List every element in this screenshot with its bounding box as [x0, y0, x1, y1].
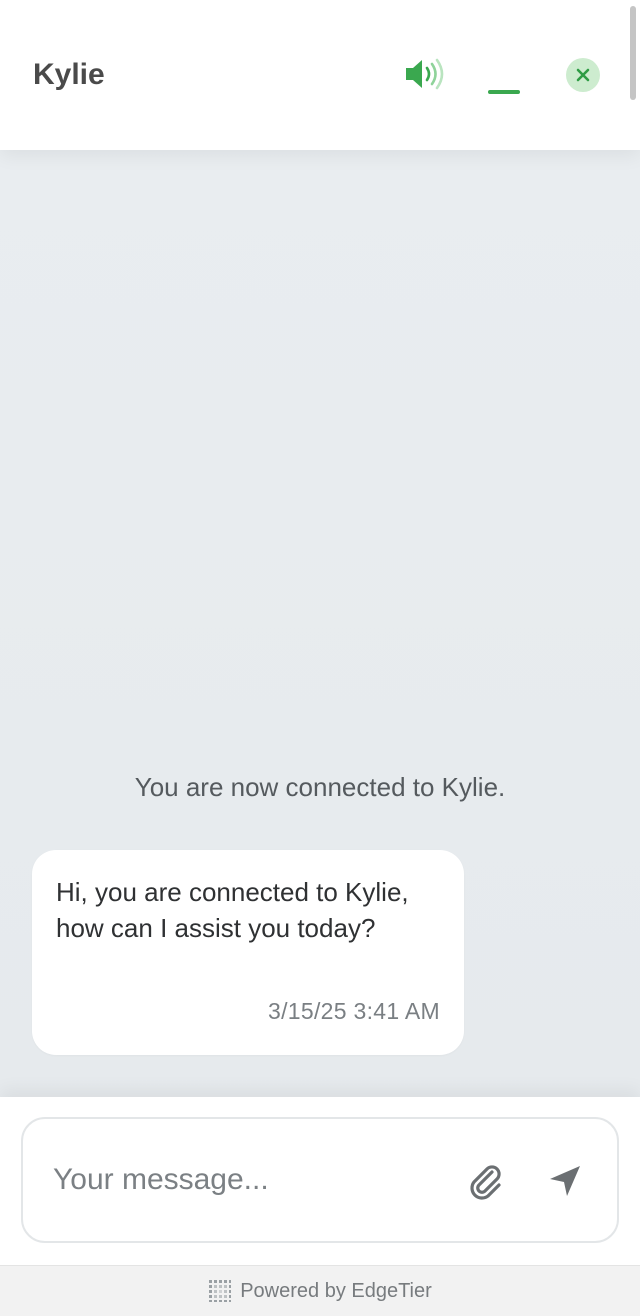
- footer-text: Powered by EdgeTier: [240, 1279, 432, 1302]
- send-button[interactable]: [541, 1157, 589, 1205]
- message-list: You are now connected to Kylie. Hi, you …: [0, 150, 640, 1097]
- send-arrow-icon: [550, 1166, 580, 1196]
- chat-header: Kylie: [0, 0, 640, 150]
- message-timestamp: 3/15/25 3:41 AM: [267, 998, 440, 1024]
- attach-file-button[interactable]: [461, 1157, 509, 1205]
- paperclip-icon: [470, 1165, 501, 1200]
- message-text: Hi, you are connected to Kylie, how can …: [56, 877, 409, 943]
- close-button[interactable]: [566, 58, 600, 92]
- system-message: You are now connected to Kylie.: [134, 772, 506, 802]
- speaker-on-icon: [406, 58, 444, 90]
- agent-name: Kylie: [33, 58, 105, 91]
- message-input[interactable]: [53, 1155, 433, 1205]
- powered-by-footer: Powered by EdgeTier: [0, 1265, 640, 1316]
- close-icon: [576, 68, 590, 82]
- composer-area: [0, 1097, 640, 1265]
- sound-toggle-button[interactable]: [400, 54, 448, 94]
- composer-box: [21, 1117, 619, 1243]
- minimize-button[interactable]: [482, 60, 526, 100]
- agent-message-bubble: Hi, you are connected to Kylie, how can …: [32, 850, 464, 1055]
- scrollbar-thumb[interactable]: [630, 6, 636, 100]
- edgetier-logo-icon: [209, 1280, 232, 1302]
- minimize-icon: [488, 90, 520, 94]
